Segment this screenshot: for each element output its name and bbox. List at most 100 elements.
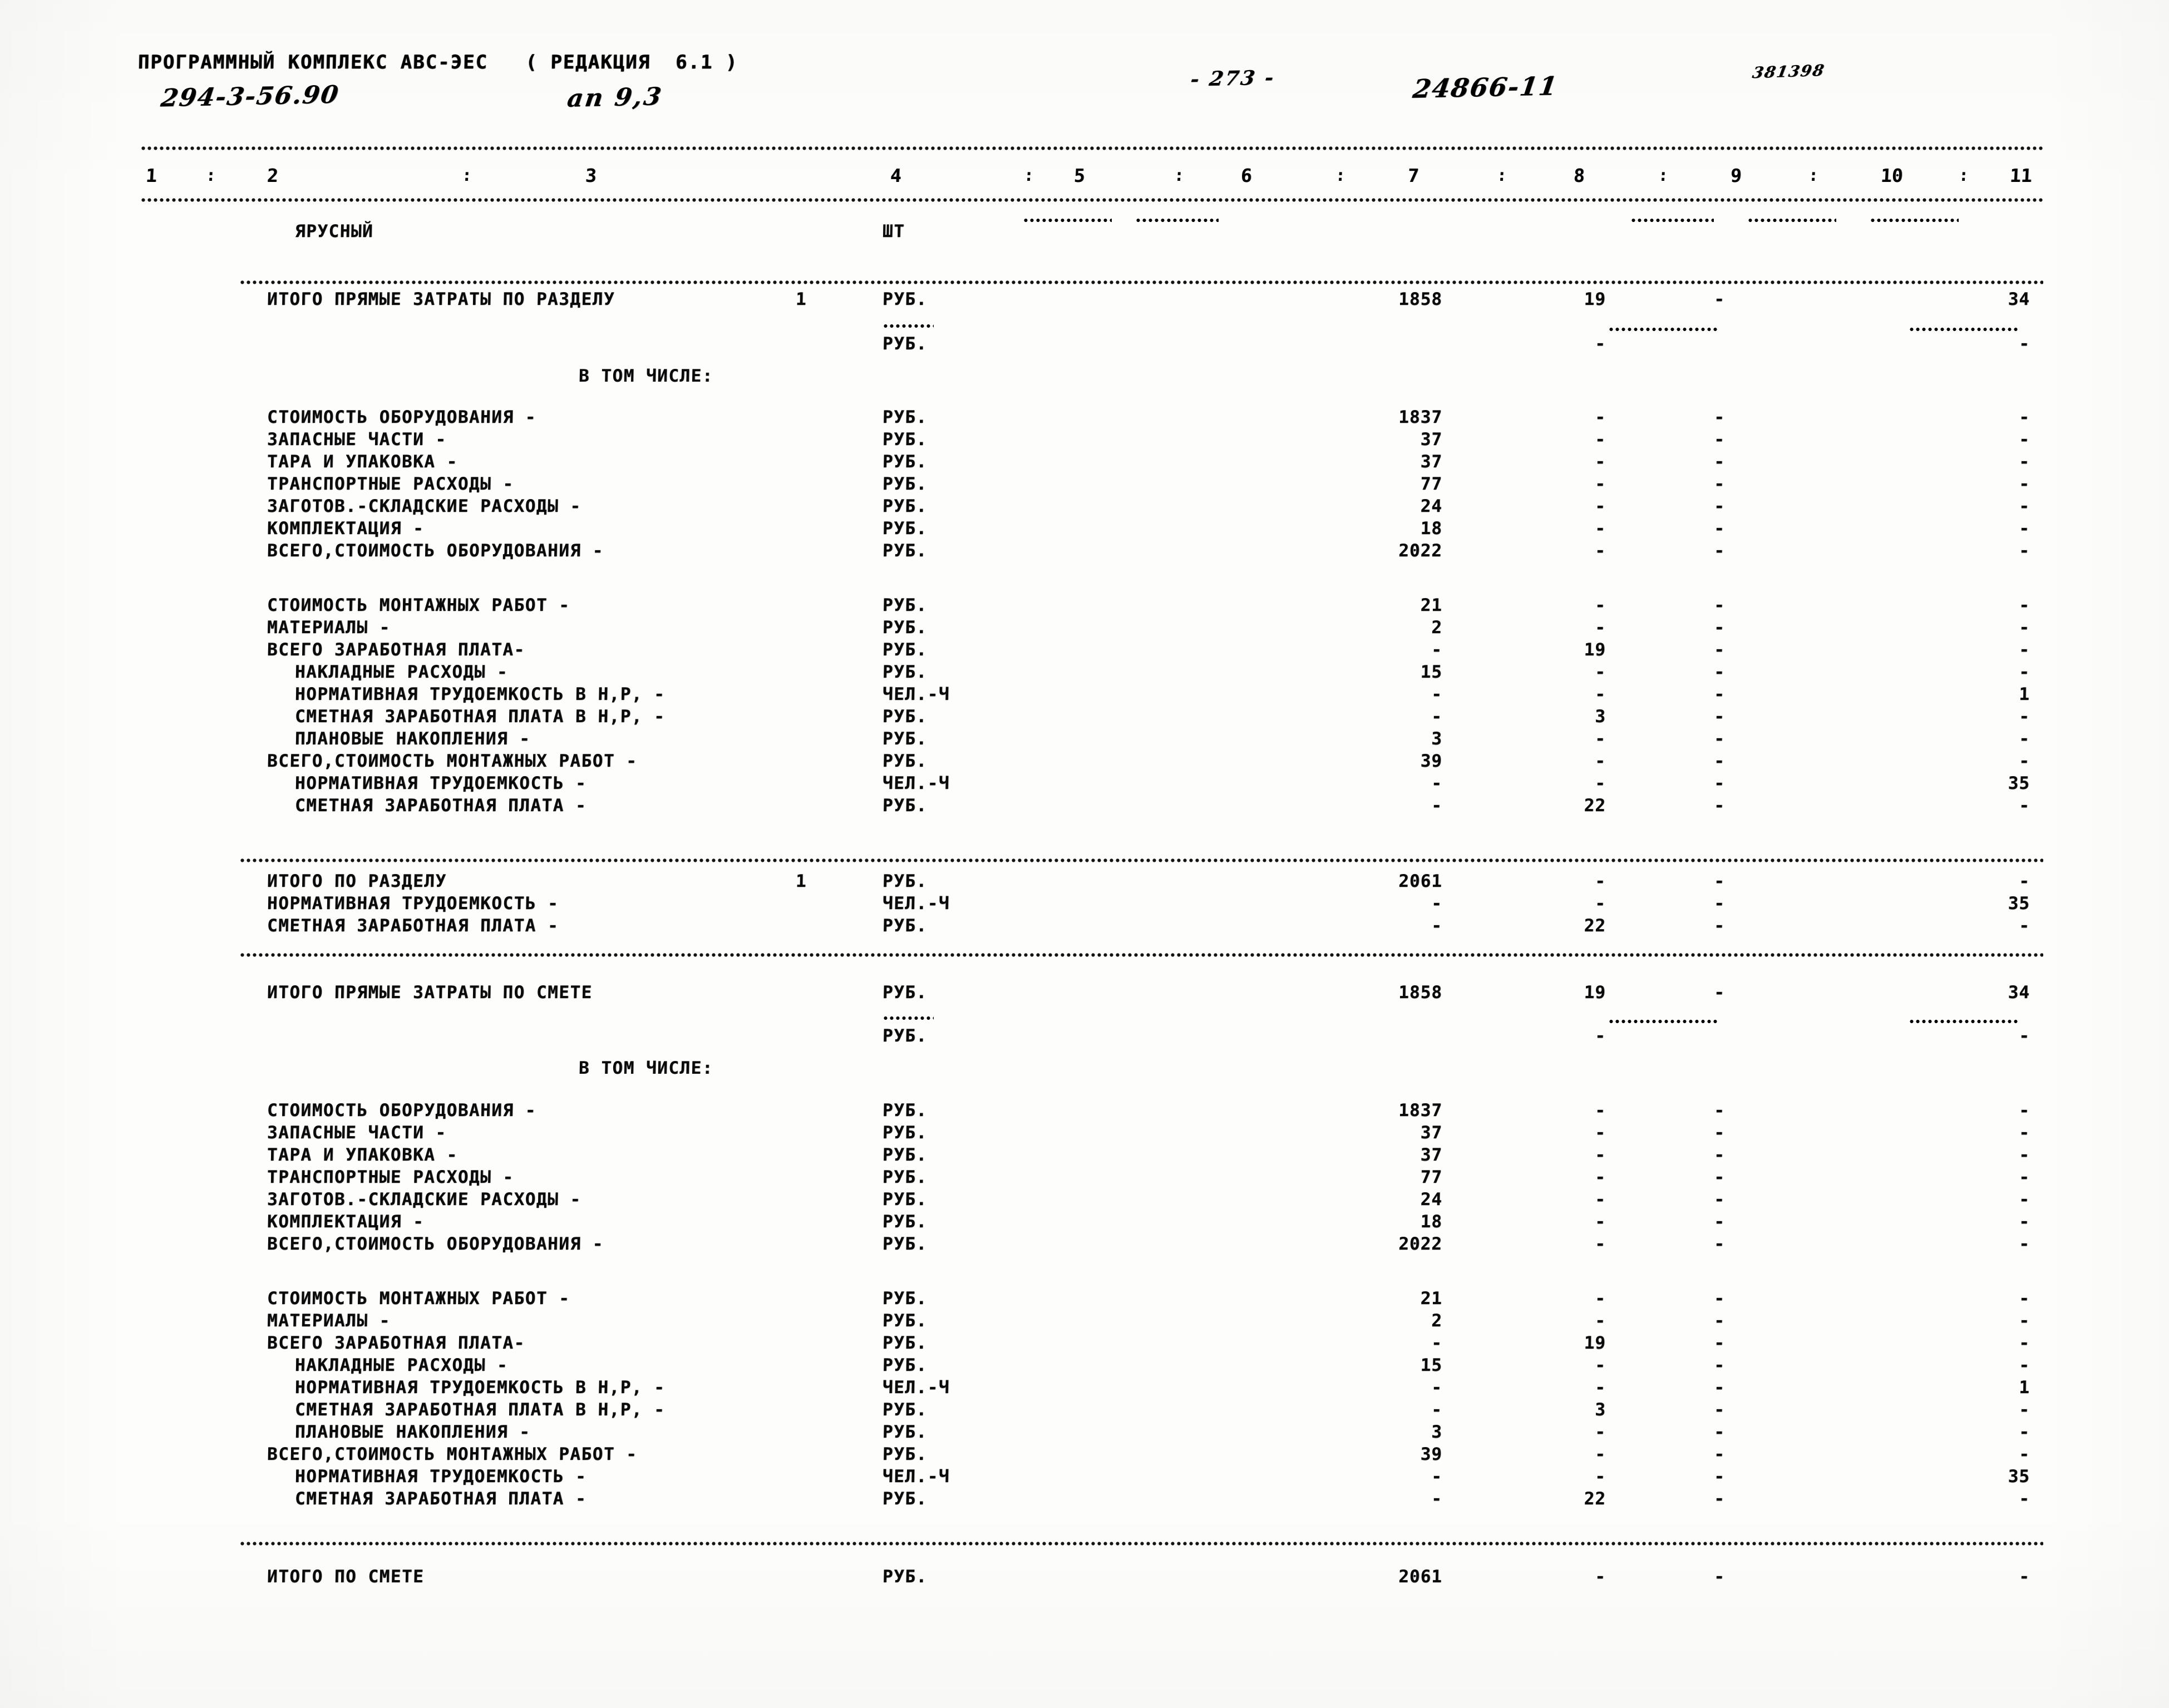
row-label-normativnaya-trudoemkost-nr-1: НОРМАТИВНАЯ ТРУДОЕМКОСТЬ В Н,Р, - — [294, 684, 666, 704]
cell-smetnaya-zarplata-nr-1-col11: - — [2018, 707, 2030, 727]
unit-smetnaya-zarplata-nr-1: РУБ. — [882, 707, 928, 727]
rule-above-itogo-po-razdelu — [239, 858, 2043, 863]
cell-vsego-stoimost-montazh-1-col7: 39 — [1420, 751, 1443, 771]
cell-smetnaya-zarplata-nr-1-col9: - — [1713, 707, 1726, 727]
cell-itogo-pryamye-smeta-col11: 34 — [2008, 983, 2030, 1003]
cell-transportnye-raskhody-2-col9: - — [1713, 1167, 1726, 1187]
stub-yarusnyi-c10 — [1747, 218, 1836, 223]
column-separator-8: : — [1808, 166, 1819, 185]
row-label-yarusnyi: ЯРУСНЫЙ — [294, 221, 374, 241]
cell-smetnaya-zarplata-2-col9: - — [1713, 1489, 1726, 1509]
cell-vsego-zarabotnaya-plata-2-col9: - — [1713, 1333, 1726, 1353]
cell-planovye-nakopleniya-2-col7: 3 — [1431, 1422, 1443, 1442]
unit-itogo-pryamye-smeta: РУБ. — [882, 983, 928, 1003]
cell-itogo-razdel-zarplata-col11: - — [2018, 916, 2030, 936]
unit-itogo-razdel-trudoemkost: ЧЕЛ.-Ч — [882, 894, 950, 914]
row-label-stoimost-oborudovaniya-1: СТОИМОСТЬ ОБОРУДОВАНИЯ - — [267, 407, 537, 427]
cell-tara-i-upakovka-1-col7: 37 — [1420, 452, 1443, 472]
cell-normativnaya-trudoemkost-2-col9: - — [1713, 1467, 1726, 1487]
cell-stoimost-oborudovaniya-1-col7: 1837 — [1398, 407, 1443, 427]
cell-vsego-stoimost-oborudovaniya-1-col11: - — [2018, 541, 2030, 561]
column-number-2: 2 — [266, 165, 279, 186]
cell-itogo-pryamye-razdel-cont-col11: - — [2018, 334, 2030, 354]
cell-zapasnye-chasti-1-col9: - — [1713, 430, 1726, 450]
cell-transportnye-raskhody-2-col7: 77 — [1420, 1167, 1443, 1187]
cell-normativnaya-trudoemkost-2-col11: 35 — [2008, 1467, 2030, 1487]
cell-materialy-1-col7: 2 — [1431, 618, 1443, 638]
row-label-zagotov-skladskie-raskhody-2: ЗАГОТОВ.-СКЛАДСКИЕ РАСХОДЫ - — [267, 1189, 581, 1210]
cell-itogo-po-smete-col9: - — [1713, 1567, 1726, 1587]
cell-itogo-po-smete-col7: 2061 — [1398, 1567, 1443, 1587]
cell-smetnaya-zarplata-nr-2-col9: - — [1713, 1400, 1726, 1420]
column-number-6: 6 — [1240, 165, 1253, 186]
unit-vsego-stoimost-montazh-2: РУБ. — [882, 1444, 928, 1464]
cell-zapasnye-chasti-2-col7: 37 — [1420, 1123, 1443, 1143]
unit-vsego-zarabotnaya-plata-1: РУБ. — [882, 640, 928, 660]
page-number: - 273 - — [1189, 66, 1277, 91]
cell-normativnaya-trudoemkost-nr-1-col9: - — [1713, 684, 1726, 704]
stub-itogo1-unitdash — [883, 324, 934, 328]
rule-colhead-bottom — [140, 198, 2043, 203]
unit-vsego-stoimost-montazh-1: РУБ. — [882, 751, 928, 771]
document-page: ПРОГРАММНЫЙ КОМПЛЕКС АВС-ЭЕС ( РЕДАКЦИЯ … — [0, 0, 2169, 1708]
unit-stoimost-montazhnykh-rabot-1: РУБ. — [882, 595, 928, 615]
column-number-5: 5 — [1073, 165, 1086, 186]
row-label-smetnaya-zarplata-nr-2: СМЕТНАЯ ЗАРАБОТНАЯ ПЛАТА В Н,Р, - — [294, 1400, 666, 1420]
row-label-stoimost-montazhnykh-rabot-2: СТОИМОСТЬ МОНТАЖНЫХ РАБОТ - — [267, 1289, 570, 1309]
subheading-v-tom-chisle-1: В ТОМ ЧИСЛЕ: — [578, 366, 714, 386]
cell-normativnaya-trudoemkost-nr-2-col9: - — [1713, 1378, 1726, 1398]
cell-smetnaya-zarplata-1-col11: - — [2018, 796, 2030, 816]
cell-vsego-zarabotnaya-plata-2-col11: - — [2018, 1333, 2030, 1353]
cell-zagotov-skladskie-raskhody-2-col9: - — [1713, 1189, 1726, 1210]
cell-transportnye-raskhody-1-col11: - — [2018, 474, 2030, 494]
cell-nakladnye-raskhody-1-col9: - — [1713, 662, 1726, 682]
cell-materialy-1-col9: - — [1713, 618, 1726, 638]
cell-smetnaya-zarplata-nr-2-col11: - — [2018, 1400, 2030, 1420]
cell-komplektaciya-1-col11: - — [2018, 519, 2030, 539]
unit-zapasnye-chasti-1: РУБ. — [882, 430, 928, 450]
cell-stoimost-montazhnykh-rabot-2-col9: - — [1713, 1289, 1726, 1309]
cell-stoimost-montazhnykh-rabot-1-col9: - — [1713, 595, 1726, 615]
cell-stoimost-oborudovaniya-1-col9: - — [1713, 407, 1726, 427]
cell-itogo-pryamye-razdel-col11: 34 — [2008, 289, 2030, 309]
cell-itogo-pryamye-razdel-col7: 1858 — [1398, 289, 1443, 309]
cell-vsego-stoimost-montazh-1-col9: - — [1713, 751, 1726, 771]
cell-itogo-po-smete-col11: - — [2018, 1567, 2030, 1587]
cell-zapasnye-chasti-1-col11: - — [2018, 430, 2030, 450]
cell-tara-i-upakovka-2-col7: 37 — [1420, 1145, 1443, 1165]
unit-normativnaya-trudoemkost-1: ЧЕЛ.-Ч — [882, 773, 950, 793]
row-label-normativnaya-trudoemkost-nr-2: НОРМАТИВНАЯ ТРУДОЕМКОСТЬ В Н,Р, - — [294, 1378, 666, 1398]
unit-komplektaciya-1: РУБ. — [882, 519, 928, 539]
stub-itogo2-c11 — [1909, 1019, 2020, 1024]
column-number-9: 9 — [1729, 165, 1742, 186]
cell-smetnaya-zarplata-2-col11: - — [2018, 1489, 2030, 1509]
cell-komplektaciya-2-col11: - — [2018, 1212, 2030, 1232]
section-number-itogo-pryamye-razdel: 1 — [795, 289, 807, 309]
rule-below-itogo-po-razdelu — [239, 952, 2043, 957]
cell-vsego-stoimost-oborudovaniya-1-col9: - — [1713, 541, 1726, 561]
row-label-vsego-stoimost-oborudovaniya-1: ВСЕГО,СТОИМОСТЬ ОБОРУДОВАНИЯ - — [267, 541, 604, 561]
column-separator-5: : — [1335, 166, 1346, 185]
cell-stoimost-oborudovaniya-1-col11: - — [2018, 407, 2030, 427]
column-separator-3: : — [1023, 166, 1034, 185]
cell-zapasnye-chasti-2-col9: - — [1713, 1123, 1726, 1143]
cell-komplektaciya-2-col7: 18 — [1420, 1212, 1443, 1232]
cell-materialy-2-col11: - — [2018, 1311, 2030, 1331]
unit-itogo-pryamye-smeta-cont: РУБ. — [882, 1026, 928, 1046]
cell-vsego-stoimost-montazh-1-col11: - — [2018, 751, 2030, 771]
unit-transportnye-raskhody-2: РУБ. — [882, 1167, 928, 1187]
cell-itogo-pryamye-smeta-cont-col11: - — [2018, 1026, 2030, 1046]
cell-itogo-pryamye-razdel-col9: - — [1713, 289, 1726, 309]
cell-materialy-2-col9: - — [1713, 1311, 1726, 1331]
cell-smetnaya-zarplata-nr-1-col7: - — [1431, 707, 1443, 727]
unit-yarusnyi: ШТ — [882, 221, 905, 241]
unit-nakladnye-raskhody-2: РУБ. — [882, 1355, 928, 1375]
row-label-materialy-1: МАТЕРИАЛЫ - — [267, 618, 391, 638]
stub-itogo2-unitdash — [883, 1016, 934, 1020]
unit-vsego-zarabotnaya-plata-2: РУБ. — [882, 1333, 928, 1353]
cell-stoimost-oborudovaniya-2-col9: - — [1713, 1100, 1726, 1120]
row-label-zapasnye-chasti-2: ЗАПАСНЫЕ ЧАСТИ - — [267, 1123, 447, 1143]
column-number-8: 8 — [1572, 165, 1585, 186]
cell-zagotov-skladskie-raskhody-1-col9: - — [1713, 496, 1726, 516]
row-label-itogo-razdel-trudoemkost: НОРМАТИВНАЯ ТРУДОЕМКОСТЬ - — [267, 894, 559, 914]
